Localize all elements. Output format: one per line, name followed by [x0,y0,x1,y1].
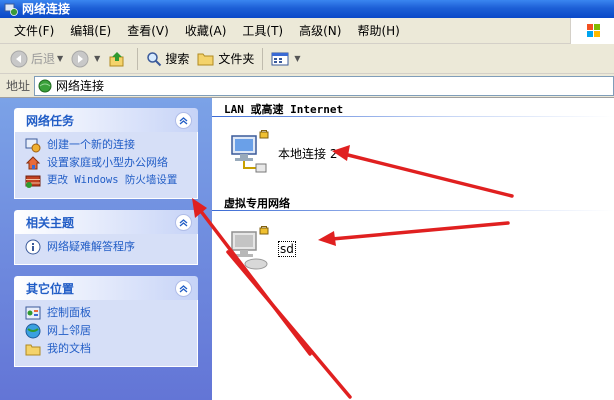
task-create-connection[interactable]: 创建一个新的连接 [25,138,189,153]
control-panel-icon [25,306,41,320]
group-header-lan: LAN 或高速 Internet [224,103,344,116]
address-input[interactable]: 网络连接 [34,75,614,96]
panel-header[interactable]: 网络任务 [14,108,198,132]
task-label: 创建一个新的连接 [47,138,135,151]
place-network-neighborhood[interactable]: 网上邻居 [25,323,189,339]
title-bar: 网络连接 [0,0,614,18]
network-connections-icon [4,3,18,16]
network-places-icon [25,323,41,339]
network-tasks-panel: 网络任务 创建一个新的连接 设置家庭或小型办公网络 更改 Windows 防火墙… [14,108,198,199]
connection-name: 本地连接 2 [278,146,338,161]
place-control-panel[interactable]: 控制面板 [25,306,189,321]
group-divider [212,210,614,211]
collapse-chevron-icon[interactable] [175,111,192,129]
menu-view[interactable]: 查看(V) [119,21,177,41]
collapse-chevron-icon[interactable] [175,279,192,297]
connection-local-area[interactable]: 本地连接 2 [226,130,337,176]
back-arrow-icon [10,50,28,67]
panel-title: 相关主题 [26,215,75,230]
network-connections-icon [38,79,52,92]
toolbar: 后退 ▼ ▼ 搜索 文件夹 ▼ [0,44,614,74]
firewall-icon [25,175,41,188]
menu-file[interactable]: 文件(F) [6,21,62,41]
connections-view: LAN 或高速 Internet 本地连接 2 虚拟专用网络 sd [212,98,614,400]
address-bar: 地址 网络连接 [0,74,614,98]
chevron-down-icon: ▼ [94,54,101,63]
chevron-down-icon: ▼ [294,54,301,63]
folders-label: 文件夹 [218,52,255,66]
my-documents-icon [25,344,41,356]
search-button[interactable]: 搜索 [142,47,193,71]
new-connection-icon [25,138,41,153]
panel-body: 网络疑难解答程序 [14,234,198,265]
forward-arrow-icon [71,50,89,67]
place-label: 网上邻居 [47,324,91,337]
place-label: 我的文档 [47,342,91,355]
task-label: 更改 Windows 防火墙设置 [47,174,178,186]
lan-connection-icon [231,130,269,173]
panel-header[interactable]: 其它位置 [14,276,198,300]
task-label: 设置家庭或小型办公网络 [47,156,168,169]
panel-body: 控制面板 网上邻居 我的文档 [14,300,198,367]
task-home-network[interactable]: 设置家庭或小型办公网络 [25,156,189,171]
menu-edit[interactable]: 编辑(E) [62,21,119,41]
up-folder-icon [109,51,124,66]
other-places-panel: 其它位置 控制面板 网上邻居 我的文档 [14,276,198,367]
menu-favorites[interactable]: 收藏(A) [177,21,235,41]
panel-header[interactable]: 相关主题 [14,210,198,234]
windows-logo-icon [570,18,614,44]
task-pane: 网络任务 创建一个新的连接 设置家庭或小型办公网络 更改 Windows 防火墙… [0,98,212,400]
place-my-documents[interactable]: 我的文档 [25,342,189,357]
info-icon [25,239,41,255]
menu-help[interactable]: 帮助(H) [349,21,407,41]
views-button[interactable]: ▼ [267,47,304,71]
back-button[interactable]: 后退 ▼ [6,47,67,71]
folder-icon [197,53,214,65]
connection-vpn-sd[interactable]: sd [226,226,296,272]
home-network-icon [25,156,41,170]
task-label: 网络疑难解答程序 [47,240,135,253]
group-divider [212,116,614,117]
search-icon [147,51,162,66]
search-label: 搜索 [165,52,190,66]
vpn-connection-icon [231,226,269,270]
task-troubleshooter[interactable]: 网络疑难解答程序 [25,239,189,255]
views-icon [271,52,289,65]
task-firewall-settings[interactable]: 更改 Windows 防火墙设置 [25,174,189,189]
panel-body: 创建一个新的连接 设置家庭或小型办公网络 更改 Windows 防火墙设置 [14,132,198,199]
window-title: 网络连接 [22,2,71,16]
menu-bar: 文件(F) 编辑(E) 查看(V) 收藏(A) 工具(T) 高级(N) 帮助(H… [0,18,614,44]
back-label: 后退 [31,52,56,66]
panel-title: 网络任务 [26,113,75,128]
address-value: 网络连接 [56,79,105,93]
toolbar-separator [262,47,264,70]
group-header-vpn: 虚拟专用网络 [224,197,290,210]
up-folder-button[interactable] [104,47,133,71]
folders-button[interactable]: 文件夹 [193,47,258,71]
place-label: 控制面板 [47,306,91,319]
connection-name: sd [278,241,296,257]
toolbar-separator [137,47,139,70]
forward-button[interactable]: ▼ [67,47,104,71]
chevron-down-icon: ▼ [57,54,64,63]
address-label: 地址 [6,79,31,93]
menu-advanced[interactable]: 高级(N) [291,21,349,41]
related-topics-panel: 相关主题 网络疑难解答程序 [14,210,198,265]
panel-title: 其它位置 [26,281,75,296]
collapse-chevron-icon[interactable] [175,213,192,231]
menu-tools[interactable]: 工具(T) [234,21,291,41]
